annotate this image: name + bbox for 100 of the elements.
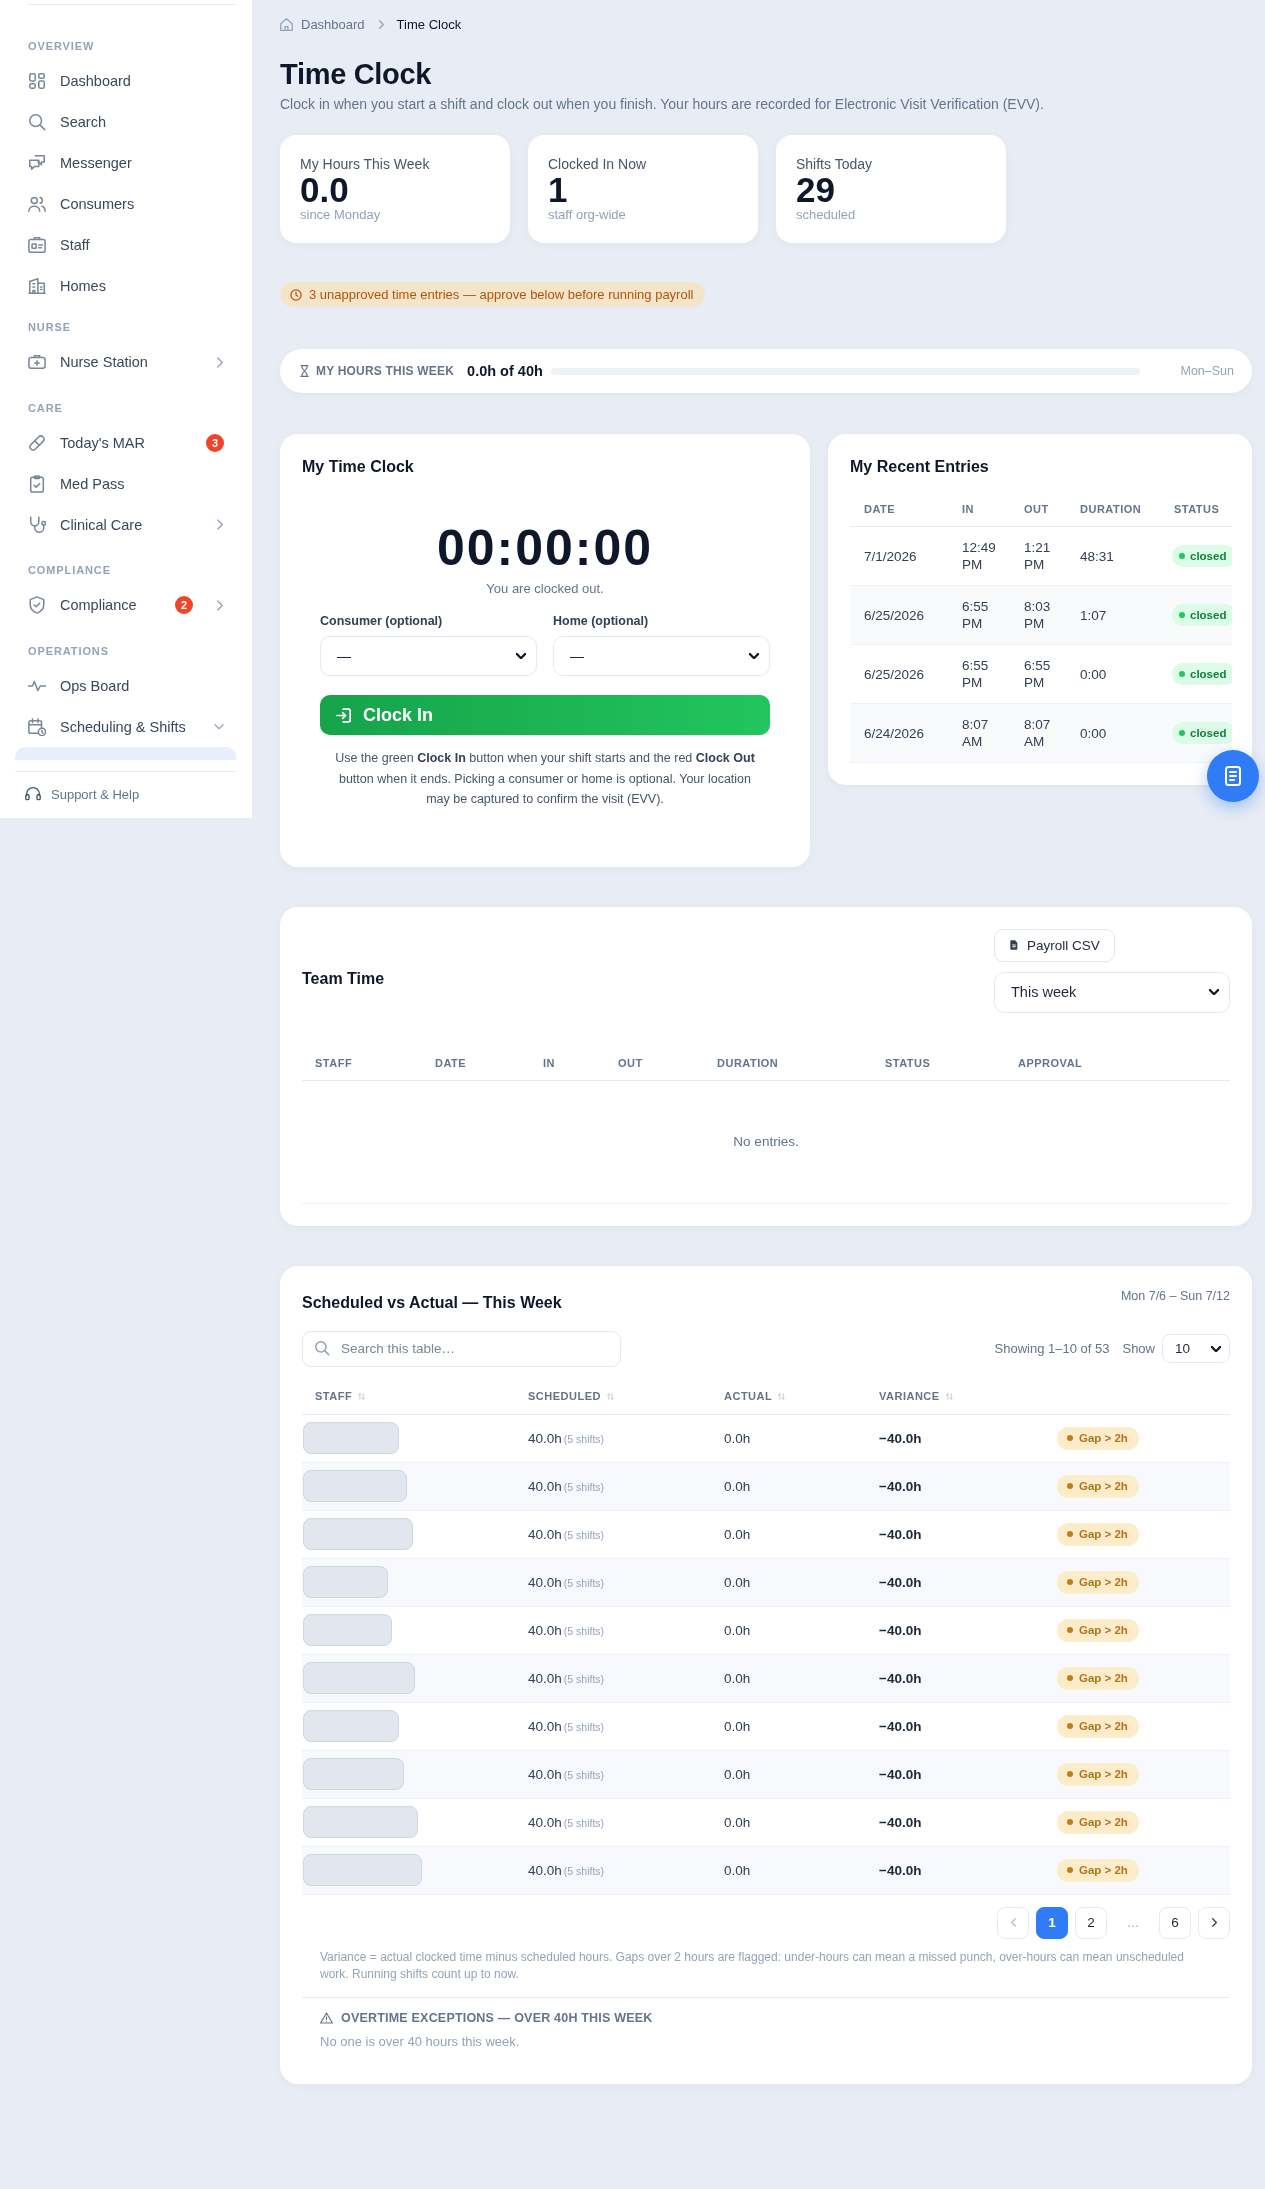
flag-text: Gap > 2h	[1079, 1432, 1128, 1444]
stat-value: 0.0	[300, 173, 349, 207]
nav-item[interactable]: Ops Board	[15, 665, 236, 706]
period-dropdown[interactable]: This week	[994, 971, 1230, 1013]
pagination-ellipsis: …	[1126, 1915, 1140, 1930]
table-cell-text: 0.0h	[723, 1574, 751, 1590]
sort-icon[interactable]	[944, 1391, 954, 1401]
status-text: closed	[1190, 727, 1227, 739]
empty-state-text: No entries.	[733, 1134, 799, 1149]
nav-item[interactable]: Nurse Station	[15, 341, 236, 383]
section-heading: OVERTIME EXCEPTIONS — OVER 40H THIS WEEK	[341, 2009, 653, 2026]
id-card-icon	[28, 236, 46, 254]
flag-text: Gap > 2h	[1079, 1864, 1128, 1876]
timer-display: 00:00:00	[435, 520, 655, 576]
column-header: STATUS	[884, 1057, 932, 1069]
page-button[interactable]: 6	[1159, 1906, 1191, 1939]
column-header: IN	[961, 502, 975, 515]
hourglass-icon	[300, 365, 309, 377]
count-badge: 3	[206, 433, 224, 452]
column-header: DURATION	[716, 1057, 780, 1069]
card-title: My Recent Entries	[850, 457, 990, 477]
column-header[interactable]: STAFF	[315, 1390, 353, 1402]
column-header[interactable]: VARIANCE	[879, 1390, 940, 1402]
page-button[interactable]: 1	[1036, 1906, 1068, 1939]
table-cell-text: 6/25/2026	[863, 606, 925, 624]
search-icon	[28, 113, 46, 131]
empty-state-text: No one is over 40 hours this week.	[320, 2032, 521, 2051]
table-cell-text: 0.0h	[723, 1622, 751, 1638]
nav-item[interactable]: Search	[15, 101, 236, 143]
table-cell-text: 48:31	[1079, 547, 1114, 565]
column-header[interactable]: ACTUAL	[724, 1390, 773, 1402]
sort-icon[interactable]	[357, 1391, 367, 1401]
chevron-left-icon	[1010, 1918, 1016, 1927]
selected-nav-item[interactable]	[15, 747, 236, 760]
table-cell-text: 40.0h(5 shifts)	[527, 1718, 605, 1734]
search-field[interactable]: Search this table…	[302, 1330, 621, 1367]
nav-item[interactable]: Dashboard	[15, 60, 236, 102]
stat-caption: scheduled	[796, 207, 856, 223]
spreadsheet-file-icon	[1010, 940, 1018, 950]
page-button[interactable]: 2	[1075, 1906, 1107, 1939]
nav-item[interactable]: Compliance 2	[15, 584, 236, 626]
status-dot-icon	[1179, 612, 1185, 618]
table-cell-text: 40.0h(5 shifts)	[527, 1430, 605, 1446]
nav-item[interactable]: Messenger	[15, 142, 236, 184]
table-cell-text: 12:49 PM	[961, 539, 996, 573]
stat-label: Shifts Today	[796, 155, 872, 173]
dropdown-field[interactable]: —	[553, 636, 770, 676]
table-cell-text: 6:55 PM	[1023, 657, 1051, 691]
table-cell-text: 40.0h(5 shifts)	[527, 1766, 605, 1782]
status-dot-icon	[1067, 1771, 1073, 1777]
column-header: DATE	[863, 502, 897, 515]
floating-action-button[interactable]	[1207, 750, 1259, 802]
clipboard-check-icon	[28, 474, 46, 493]
nav-item[interactable]: Staff	[15, 224, 236, 266]
pill-icon	[28, 433, 46, 452]
flag-text: Gap > 2h	[1079, 1768, 1128, 1780]
stat-label: My Hours This Week	[300, 155, 430, 173]
dropdown-field[interactable]: —	[320, 636, 537, 676]
column-header: STAFF	[314, 1057, 354, 1069]
breadcrumb-current: Time Clock	[396, 16, 462, 32]
status-dot-icon	[1067, 1675, 1073, 1681]
table-cell-text: 0:00	[1079, 724, 1107, 742]
count-badge: 2	[175, 596, 193, 614]
status-dot-icon	[1067, 1579, 1073, 1585]
warning-icon	[320, 2011, 333, 2024]
table-cell-text: −40.0h	[878, 1814, 922, 1830]
nav-item[interactable]: Homes	[15, 265, 236, 307]
page-size-dropdown[interactable]: 10	[1162, 1334, 1230, 1363]
table-cell-text: 0.0h	[723, 1670, 751, 1686]
flag-text: Gap > 2h	[1079, 1480, 1128, 1492]
nav-item[interactable]: Consumers	[15, 183, 236, 225]
column-header[interactable]: SCHEDULED	[528, 1390, 601, 1402]
previous-page-button[interactable]	[997, 1906, 1029, 1939]
alert-text: 3 unapproved time entries — approve below before running payroll	[309, 287, 694, 302]
status-dot-icon	[1067, 1435, 1073, 1441]
stat-caption: staff org-wide	[548, 207, 626, 223]
sort-icon[interactable]	[605, 1391, 615, 1401]
search-icon	[315, 1341, 330, 1356]
sort-icon[interactable]	[777, 1391, 787, 1401]
table-cell-text: 8:07 AM	[961, 716, 989, 750]
nav-section-heading: CARE	[28, 400, 64, 416]
table-cell-text: −40.0h	[878, 1478, 922, 1494]
next-page-button[interactable]	[1198, 1906, 1230, 1939]
nav-item[interactable]: Med Pass	[15, 463, 236, 504]
nav-item[interactable]: Today's MAR 3	[15, 422, 236, 463]
table-cell-text: 8:03 PM	[1023, 598, 1051, 632]
payroll-csv-button[interactable]: Payroll CSV	[994, 928, 1115, 962]
table-cell-text: −40.0h	[878, 1574, 922, 1590]
table-cell-text: 40.0h(5 shifts)	[527, 1814, 605, 1830]
table-cell-text: 0.0h	[723, 1478, 751, 1494]
card-title: My Time Clock	[302, 457, 415, 477]
table-cell-text: −40.0h	[878, 1526, 922, 1542]
nav-item[interactable]: Scheduling & Shifts	[15, 706, 236, 747]
table-cell-text: 0.0h	[723, 1718, 751, 1734]
flag-text: Gap > 2h	[1079, 1672, 1128, 1684]
page-size-label: Show	[1122, 1341, 1155, 1356]
breadcrumb-link[interactable]: Dashboard	[280, 16, 365, 32]
home-icon	[280, 17, 293, 31]
nav-item[interactable]: Clinical Care	[15, 504, 236, 545]
support-link[interactable]: Support & Help	[15, 783, 236, 805]
